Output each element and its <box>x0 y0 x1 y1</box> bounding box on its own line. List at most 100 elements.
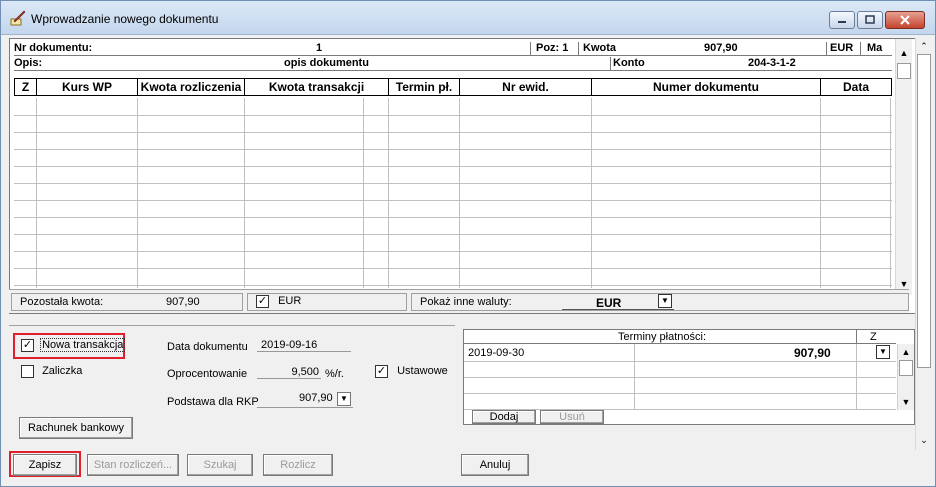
other-currencies-label: Pokaż inne waluty: <box>420 296 512 308</box>
terms-scroll-thumb[interactable] <box>899 360 913 376</box>
table-row <box>14 217 892 218</box>
interest-label: Oprocentowanie <box>167 368 248 380</box>
terms-empty-row[interactable] <box>464 362 896 378</box>
advance-check[interactable] <box>21 365 34 378</box>
advance-checkbox[interactable]: Zaliczka <box>21 365 82 378</box>
rkp-value: 907,90 <box>299 392 333 404</box>
settlement-state-button[interactable]: Stan rozliczeń... <box>87 454 179 476</box>
interest-unit: %/r. <box>325 368 344 380</box>
other-currencies-box: Pokaż inne waluty: EUR ▼ <box>411 293 909 311</box>
remaining-amount-box: Pozostała kwota: 907,90 <box>11 293 243 311</box>
payment-terms-table[interactable]: Terminy płatności: Z 2019-09-30 907,90 ▼… <box>463 329 915 425</box>
currency-select[interactable]: EUR ▼ <box>562 294 674 310</box>
grid-header: Z Kurs WP Kwota rozliczenia Kwota transa… <box>14 78 892 96</box>
entries-panel: Nr dokumentu: 1 Poz: 1 Kwota 907,90 EUR … <box>9 38 929 314</box>
terms-z-header: Z <box>870 331 877 343</box>
new-transaction-label: Nowa transakcja <box>40 338 126 353</box>
title-bar[interactable]: Wprowadzanie nowego dokumentu <box>1 1 935 35</box>
save-button[interactable]: Zapisz <box>13 454 77 476</box>
table-row <box>14 166 892 167</box>
dialog-window: Wprowadzanie nowego dokumentu Nr dokumen… <box>0 0 936 487</box>
table-row <box>14 149 892 150</box>
terms-empty-row[interactable] <box>464 378 896 394</box>
entries-grid[interactable]: Z Kurs WP Kwota rozliczenia Kwota transa… <box>14 78 892 288</box>
col-termin[interactable]: Termin pł. <box>389 79 460 95</box>
document-number-value: 1 <box>316 42 323 54</box>
table-row <box>14 132 892 133</box>
new-transaction-checkbox[interactable]: ✓ Nowa transakcja <box>21 338 126 353</box>
transaction-form: ✓ Nowa transakcja Zaliczka Data dokument… <box>9 321 929 451</box>
chevron-down-icon[interactable]: ▼ <box>658 294 672 308</box>
eur-checkbox[interactable]: ✓ EUR <box>256 295 301 308</box>
new-transaction-check[interactable]: ✓ <box>21 339 34 352</box>
maximize-icon <box>865 15 875 24</box>
currency-label: EUR <box>830 42 854 54</box>
settle-button[interactable]: Rozlicz <box>263 454 333 476</box>
terms-scroll-up-icon[interactable]: ▲ <box>898 344 914 360</box>
currency-filter-box: ✓ EUR <box>247 293 407 311</box>
remaining-value: 907,90 <box>166 296 200 308</box>
table-row <box>14 200 892 201</box>
scroll-thumb[interactable] <box>897 63 911 79</box>
terms-scroll-down-icon[interactable]: ▼ <box>898 394 914 410</box>
add-term-button[interactable]: Dodaj <box>472 410 536 424</box>
currency-select-value: EUR <box>596 296 622 310</box>
rkp-select[interactable]: 907,90 ▼ <box>257 392 353 408</box>
side-label: Ma <box>867 42 883 54</box>
rkp-chevron-down-icon[interactable]: ▼ <box>337 392 351 406</box>
col-kwota-transakcji[interactable]: Kwota transakcji <box>245 79 389 95</box>
table-row <box>14 115 892 116</box>
table-row <box>14 183 892 184</box>
rkp-label: Podstawa dla RKP <box>167 396 259 408</box>
doc-date-label: Data dokumentu <box>167 341 248 353</box>
document-number-label: Nr dokumentu: <box>14 42 93 54</box>
table-row <box>14 234 892 235</box>
summary-bar: Pozostała kwota: 907,90 ✓ EUR Pokaż inne… <box>9 289 909 313</box>
statutory-label: Ustawowe <box>397 365 448 378</box>
advance-label: Zaliczka <box>42 365 83 378</box>
minimize-button[interactable] <box>829 11 855 29</box>
terms-row[interactable]: 2019-09-30 907,90 ▼ <box>464 344 896 362</box>
remaining-label: Pozostała kwota: <box>20 296 104 308</box>
terms-header: Terminy płatności: Z <box>464 330 896 344</box>
col-z[interactable]: Z <box>15 79 37 95</box>
document-header: Nr dokumentu: 1 Poz: 1 Kwota 907,90 EUR … <box>14 42 892 72</box>
terms-scrollbar[interactable]: ▲ ▼ <box>897 344 914 410</box>
terms-row-amount[interactable]: 907,90 <box>794 346 831 360</box>
col-nr-ewid[interactable]: Nr ewid. <box>460 79 592 95</box>
remove-term-button[interactable]: Usuń <box>540 410 604 424</box>
window-scroll-up-icon[interactable]: ⌃ <box>916 38 932 54</box>
col-kurs-wp[interactable]: Kurs WP <box>37 79 138 95</box>
description-label: Opis: <box>14 57 43 69</box>
document-pen-icon <box>10 10 26 26</box>
terms-row-chevron-down-icon[interactable]: ▼ <box>876 345 890 359</box>
eur-checkbox-check[interactable]: ✓ <box>256 295 269 308</box>
terms-header-label: Terminy płatności: <box>618 331 707 343</box>
col-kwota-rozliczenia[interactable]: Kwota rozliczenia <box>138 79 245 95</box>
account-label: Konto <box>613 57 645 69</box>
doc-date-input[interactable]: 2019-09-16 <box>257 339 351 352</box>
search-button[interactable]: Szukaj <box>187 454 253 476</box>
cancel-button[interactable]: Anuluj <box>461 454 529 476</box>
bank-account-button[interactable]: Rachunek bankowy <box>19 417 133 439</box>
statutory-check[interactable]: ✓ <box>375 365 388 378</box>
minimize-icon <box>838 21 846 23</box>
scroll-up-icon[interactable]: ▲ <box>896 45 912 61</box>
close-button[interactable] <box>885 11 925 29</box>
entries-scrollbar[interactable]: ▲ ▼ <box>895 39 912 295</box>
interest-input[interactable]: 9,500 <box>257 366 321 379</box>
col-data[interactable]: Data <box>821 79 891 95</box>
table-row <box>14 251 892 252</box>
account-value: 204-3-1-2 <box>748 57 796 69</box>
maximize-button[interactable] <box>857 11 883 29</box>
close-icon <box>900 15 910 25</box>
description-value: opis dokumentu <box>284 57 369 69</box>
terms-empty-row[interactable] <box>464 394 896 410</box>
grid-body[interactable] <box>14 98 892 318</box>
col-numer-dokumentu[interactable]: Numer dokumentu <box>592 79 821 95</box>
terms-row-date[interactable]: 2019-09-30 <box>468 347 524 359</box>
eur-checkbox-label: EUR <box>278 295 302 308</box>
table-row <box>14 285 892 286</box>
statutory-checkbox[interactable]: ✓ Ustawowe <box>375 365 448 378</box>
amount-label: Kwota <box>583 42 616 54</box>
